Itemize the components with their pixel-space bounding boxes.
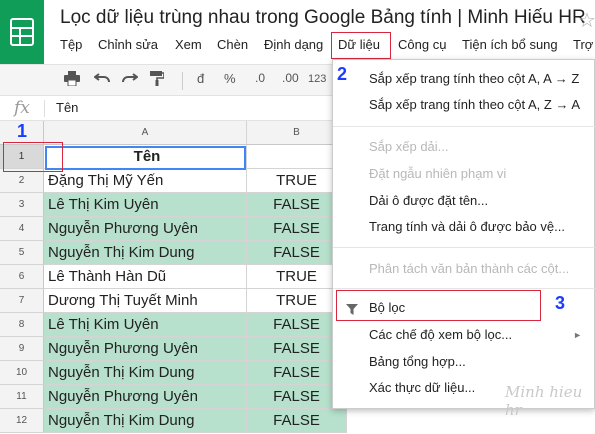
cell-name[interactable]: Nguyễn Thị Kim Dung [44,241,247,265]
undo-icon[interactable] [93,71,110,88]
menu-item-data-validation[interactable]: Xác thực dữ liệu... [369,380,475,395]
row-header[interactable]: 3 [0,193,44,217]
formula-input[interactable]: Tên [56,100,78,115]
column-header-a[interactable]: A [44,121,247,145]
annotation-box-data-menu [331,32,391,59]
star-icon[interactable]: ☆ [578,8,595,33]
print-icon[interactable] [64,71,80,90]
menu-separator [333,126,595,127]
cell-name[interactable]: Nguyễn Phương Uyên [44,217,247,241]
row-header[interactable]: 6 [0,265,44,289]
data-menu-dropdown: Sắp xếp trang tính theo cột A, A → Z Sắp… [332,59,595,409]
decrease-decimal-button[interactable]: .0 [255,71,265,85]
row-header[interactable]: 2 [0,169,44,193]
annotation-box-filter [336,290,541,321]
annotation-step-2: 2 [337,64,348,84]
menu-view[interactable]: Xem [175,37,202,52]
menu-insert[interactable]: Chèn [217,37,248,52]
menu-item-protected-ranges[interactable]: Trang tính và dải ô được bảo vệ... [369,219,565,234]
fx-icon: fx [14,98,30,118]
document-title[interactable]: Lọc dữ liệu trùng nhau trong Google Bảng… [60,7,586,29]
menu-item-sort-za[interactable]: Sắp xếp trang tính theo cột A, Z → A [369,97,580,112]
menu-item-sort-az[interactable]: Sắp xếp trang tính theo cột A, A → Z [369,71,579,86]
menu-edit[interactable]: Chỉnh sửa [98,37,158,52]
cell-name[interactable]: Lê Thị Kim Uyên [44,313,247,337]
cell-name[interactable]: Nguyễn Thị Kim Dung [44,361,247,385]
cell-name[interactable]: Lê Thị Kim Uyên [44,193,247,217]
annotation-box-row-1 [3,142,63,172]
menu-item-split-text[interactable]: Phân tách văn bản thành các cột... [369,261,569,276]
annotation-step-1: 1 [17,121,28,141]
cell-name[interactable]: Nguyễn Phương Uyên [44,337,247,361]
sheets-logo[interactable] [0,0,44,64]
menu-separator [333,247,595,248]
increase-decimal-button[interactable]: .00 [282,71,299,85]
menu-item-randomize-range[interactable]: Đặt ngẫu nhiên phạm vi [369,166,506,181]
menu-item-named-ranges[interactable]: Dải ô được đặt tên... [369,193,488,208]
formula-bar-separator [44,100,45,117]
currency-format-button[interactable]: đ [197,71,204,86]
menu-item-pivot-table[interactable]: Bảng tổng hợp... [369,354,466,369]
paint-format-icon[interactable] [150,71,165,90]
submenu-arrow-icon: ► [573,330,582,340]
sort-za-label: Sắp xếp trang tính theo cột A, Z → A [369,97,581,112]
row-header[interactable]: 4 [0,217,44,241]
cell-name[interactable]: Nguyễn Phương Uyên [44,385,247,409]
watermark: Minh hieu hr [505,383,583,419]
menu-file[interactable]: Tệp [60,37,82,52]
menu-item-filter-views[interactable]: Các chế độ xem bộ lọc... [369,327,512,342]
menu-separator [333,288,595,289]
menu-item-sort-range[interactable]: Sắp xếp dải... [369,139,449,154]
menu-format[interactable]: Định dạng [264,37,323,52]
row-header[interactable]: 10 [0,361,44,385]
percent-format-button[interactable]: % [224,71,236,86]
row-header[interactable]: 5 [0,241,44,265]
row-header[interactable]: 12 [0,409,44,433]
cell-duplicate-flag[interactable]: FALSE [247,409,347,433]
row-header[interactable]: 11 [0,385,44,409]
redo-icon[interactable] [122,71,139,88]
cell-name[interactable]: Lê Thành Hàn Dũ [44,265,247,289]
menu-tools[interactable]: Công cụ [398,37,446,52]
sheets-logo-icon [10,18,34,46]
cell-name[interactable]: Đặng Thị Mỹ Yến [44,169,247,193]
row-header[interactable]: 7 [0,289,44,313]
cell-name[interactable]: Dương Thị Tuyết Minh [44,289,247,313]
cell-name[interactable]: Nguyễn Thị Kim Dung [44,409,247,433]
number-format-button[interactable]: 123 [308,73,326,85]
sort-az-label: Sắp xếp trang tính theo cột A, A → Z [369,71,580,86]
row-header[interactable]: 9 [0,337,44,361]
toolbar-separator [182,72,183,90]
row-header[interactable]: 8 [0,313,44,337]
selected-cell-outline [45,146,246,170]
annotation-step-3: 3 [555,293,566,313]
menu-addons[interactable]: Tiện ích bổ sung [462,37,558,52]
menu-help[interactable]: Trợ [573,37,593,52]
